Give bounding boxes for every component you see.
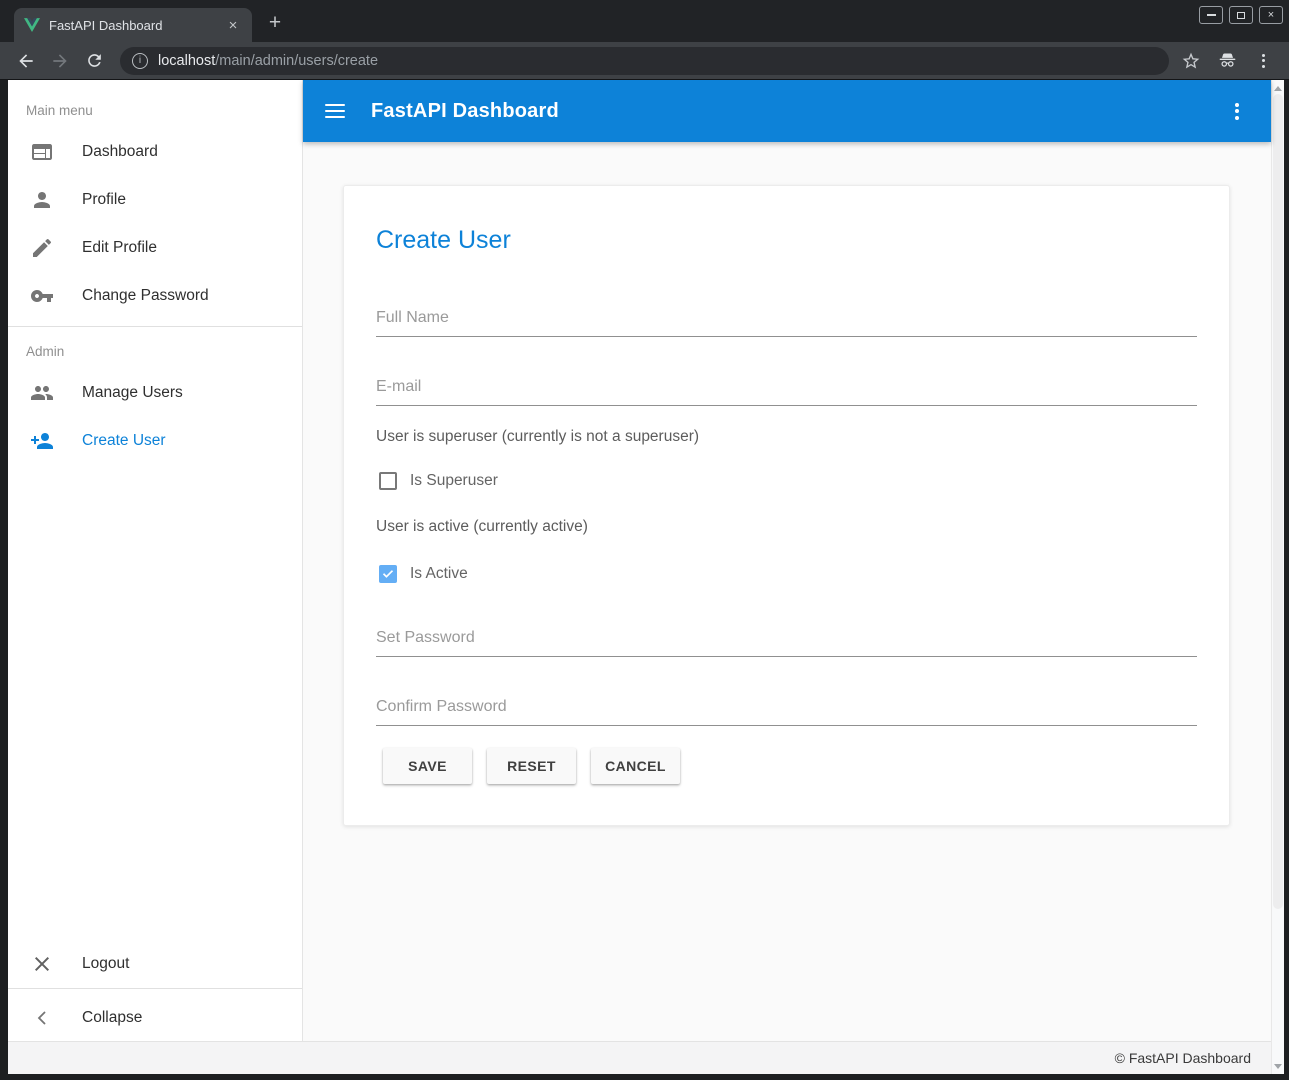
save-button[interactable]: SAVE [383, 748, 472, 784]
sidebar-item-label: Logout [82, 955, 129, 973]
app-bar: FastAPI Dashboard [303, 80, 1271, 142]
pencil-icon [30, 236, 54, 260]
reload-button[interactable] [82, 49, 106, 73]
sidebar-item-label: Change Password [82, 287, 209, 305]
window-maximize-button[interactable] [1229, 6, 1253, 24]
url-host: localhost [158, 53, 215, 69]
bookmark-star-icon[interactable] [1179, 49, 1203, 73]
sidebar-item-create-user[interactable]: Create User [8, 417, 302, 465]
sidebar-item-label: Edit Profile [82, 239, 157, 257]
confirm-password-input[interactable] [376, 698, 1197, 726]
tab-close-icon[interactable]: × [224, 16, 242, 34]
form-buttons-row: SAVE RESET CANCEL [383, 748, 1197, 784]
sidebar-section-admin: Admin [8, 343, 302, 361]
forward-button[interactable] [48, 49, 72, 73]
active-hint-text: User is active (currently active) [376, 517, 1197, 537]
sidebar-divider [8, 326, 302, 327]
url-path: /main/admin/users/create [215, 53, 378, 69]
browser-tab[interactable]: FastAPI Dashboard × [14, 8, 252, 42]
full-name-input[interactable] [376, 309, 1197, 337]
page-info-icon[interactable]: i [132, 53, 148, 69]
person-icon [30, 188, 54, 212]
minimize-icon [1207, 14, 1216, 16]
tab-title: FastAPI Dashboard [49, 18, 224, 33]
sidebar-item-profile[interactable]: Profile [8, 176, 302, 224]
sidebar-item-label: Profile [82, 191, 126, 209]
is-active-label: Is Active [410, 565, 468, 583]
is-active-checkbox-row: Is Active [379, 562, 1197, 586]
sidebar-section-main-menu: Main menu [8, 102, 302, 120]
scrollbar-up-arrow[interactable] [1272, 82, 1284, 94]
new-tab-button[interactable]: + [260, 8, 290, 38]
set-password-input[interactable] [376, 629, 1197, 657]
page-scrollbar[interactable] [1271, 80, 1284, 1074]
sidebar-item-label: Manage Users [82, 384, 183, 402]
set-password-field [376, 629, 1197, 657]
hamburger-menu-icon[interactable] [325, 104, 345, 118]
sidebar-item-collapse[interactable]: Collapse [8, 995, 302, 1041]
scrollbar-down-arrow[interactable] [1272, 1060, 1284, 1072]
sidebar-item-change-password[interactable]: Change Password [8, 272, 302, 320]
chevron-left-icon [30, 1006, 54, 1030]
key-icon [30, 284, 54, 308]
scrollbar-thumb[interactable] [1273, 94, 1283, 909]
footer-copyright: © FastAPI Dashboard [1115, 1050, 1251, 1066]
close-x-icon [30, 952, 54, 976]
group-icon [30, 381, 54, 405]
reset-button[interactable]: RESET [487, 748, 576, 784]
window-minimize-button[interactable] [1199, 6, 1223, 24]
incognito-icon [1215, 49, 1239, 73]
sidebar-item-label: Create User [82, 432, 166, 450]
sidebar-item-manage-users[interactable]: Manage Users [8, 369, 302, 417]
superuser-hint-text: User is superuser (currently is not a su… [376, 427, 1197, 447]
app-bar-title: FastAPI Dashboard [371, 100, 559, 123]
browser-toolbar: i localhost/main/admin/users/create [0, 42, 1289, 80]
app-bar-kebab-icon[interactable] [1225, 103, 1249, 120]
full-name-field [376, 309, 1197, 337]
window-controls: × [1199, 6, 1283, 24]
dashboard-icon [30, 140, 54, 164]
browser-menu-kebab-icon[interactable] [1251, 54, 1275, 68]
is-superuser-checkbox-row: Is Superuser [379, 469, 1197, 493]
page-title: Create User [376, 186, 1197, 256]
vue-logo-icon [24, 18, 40, 33]
confirm-password-field [376, 698, 1197, 726]
window-close-button[interactable]: × [1259, 6, 1283, 24]
create-user-card: Create User User is superuser (currently… [343, 185, 1230, 826]
sidebar-item-edit-profile[interactable]: Edit Profile [8, 224, 302, 272]
is-superuser-label: Is Superuser [410, 472, 498, 490]
maximize-icon [1237, 12, 1245, 19]
sidebar-item-label: Collapse [82, 1009, 142, 1027]
email-field [376, 378, 1197, 406]
sidebar-bottom-section: Logout Collapse [8, 940, 302, 1041]
email-input[interactable] [376, 378, 1197, 406]
toolbar-right-icons [1179, 49, 1275, 73]
browser-tab-strip: FastAPI Dashboard × + × [0, 0, 1289, 42]
url-bar[interactable]: i localhost/main/admin/users/create [120, 47, 1169, 75]
is-active-checkbox[interactable] [379, 565, 397, 583]
sidebar-item-dashboard[interactable]: Dashboard [8, 128, 302, 176]
person-add-icon [30, 429, 54, 453]
sidebar-item-logout[interactable]: Logout [8, 940, 302, 988]
is-superuser-checkbox[interactable] [379, 472, 397, 490]
sidebar-divider [8, 988, 302, 989]
page-footer: © FastAPI Dashboard [8, 1041, 1271, 1074]
page-viewport: Main menu Dashboard Profile Edit Profile… [8, 80, 1284, 1074]
back-button[interactable] [14, 49, 38, 73]
sidebar: Main menu Dashboard Profile Edit Profile… [8, 80, 303, 1041]
cancel-button[interactable]: CANCEL [591, 748, 680, 784]
sidebar-item-label: Dashboard [82, 143, 158, 161]
